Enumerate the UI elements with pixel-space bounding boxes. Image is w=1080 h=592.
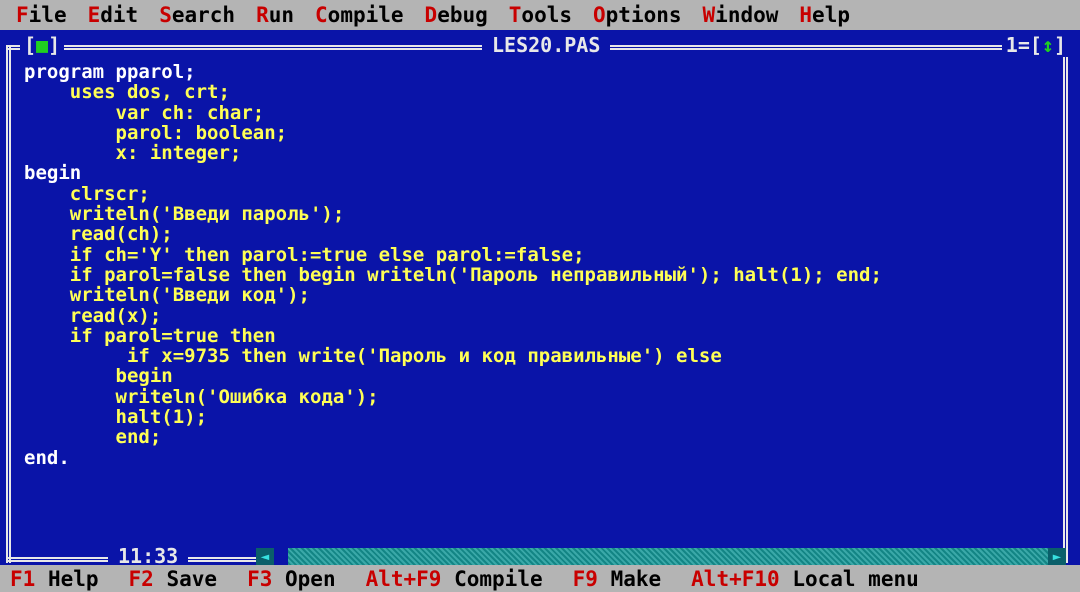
code-line[interactable]: begin: [24, 366, 1060, 387]
menu-hotkey: H: [799, 3, 813, 27]
menu-label: earch: [171, 3, 236, 27]
menu-help[interactable]: Help: [799, 0, 850, 30]
status-key: F3: [247, 566, 273, 591]
code-line[interactable]: end.: [24, 447, 1060, 468]
code-line[interactable]: writeln('Ошибка кода');: [24, 386, 1060, 407]
code-editor[interactable]: program pparol; uses dos, crt; var ch: c…: [24, 62, 1060, 468]
code-line[interactable]: parol: boolean;: [24, 123, 1060, 144]
code-line[interactable]: read(x);: [24, 305, 1060, 326]
menu-label: ptions: [605, 3, 682, 27]
horizontal-scrollbar[interactable]: ◄ ►: [256, 548, 1066, 566]
code-line[interactable]: x: integer;: [24, 143, 1060, 164]
status-bar: F1 Help F2 Save F3 Open Alt+F9 Compile F9 Ma…: [0, 565, 1080, 592]
status-key: F2: [128, 566, 154, 591]
scroll-left-icon[interactable]: ◄: [256, 548, 274, 566]
menu-label: ebug: [437, 3, 488, 27]
code-line[interactable]: end;: [24, 427, 1060, 448]
status-open[interactable]: F3 Open: [247, 567, 336, 591]
code-line[interactable]: clrscr;: [24, 183, 1060, 204]
menu-hotkey: D: [424, 3, 438, 27]
menu-file[interactable]: File: [16, 0, 67, 30]
menu-label: ompile: [327, 3, 404, 27]
menu-debug[interactable]: Debug: [425, 0, 488, 30]
menu-hotkey: C: [315, 3, 328, 27]
code-line[interactable]: program pparol;: [24, 62, 1060, 83]
code-line[interactable]: var ch: char;: [24, 102, 1060, 123]
status-local-menu[interactable]: Alt+F10 Local menu: [691, 567, 919, 591]
status-label: Make: [610, 566, 662, 591]
menu-tools[interactable]: Tools: [509, 0, 572, 30]
menu-bar: File Edit Search Run Compile Debug Tools Option…: [0, 0, 1080, 30]
menu-compile[interactable]: Compile: [315, 0, 404, 30]
status-label: Help: [47, 566, 99, 591]
code-line[interactable]: begin: [24, 163, 1060, 184]
status-items: F1 Help F2 Save F3 Open Alt+F9 Compile F9 Ma…: [10, 565, 949, 592]
code-line[interactable]: read(ch);: [24, 224, 1060, 245]
scroll-thumb[interactable]: [274, 548, 288, 566]
menu-label: dit: [100, 3, 139, 27]
status-key: Alt+F9: [365, 566, 442, 591]
menu-hotkey: S: [159, 3, 172, 27]
menu-hotkey: W: [702, 3, 716, 27]
menu-hotkey: T: [508, 3, 522, 27]
code-line[interactable]: if parol=false then begin writeln('Парол…: [24, 265, 1060, 286]
status-save[interactable]: F2 Save: [129, 567, 218, 591]
code-line[interactable]: uses dos, crt;: [24, 82, 1060, 103]
zoom-icon[interactable]: ↕: [1042, 33, 1054, 57]
window-frame-right: [1063, 45, 1068, 563]
status-label: Compile: [454, 566, 543, 591]
menu-edit[interactable]: Edit: [88, 0, 139, 30]
menu-hotkey: R: [256, 3, 269, 27]
code-line[interactable]: halt(1);: [24, 407, 1060, 428]
menu-label: ools: [521, 3, 572, 27]
status-compile[interactable]: Alt+F9 Compile: [366, 567, 543, 591]
status-label: Save: [166, 566, 218, 591]
menu-search[interactable]: Search: [159, 0, 235, 30]
scroll-right-icon[interactable]: ►: [1048, 548, 1066, 566]
status-help[interactable]: F1 Help: [10, 567, 99, 591]
window-number: 1: [1005, 33, 1018, 57]
status-key: F1: [10, 566, 36, 591]
status-label: Open: [285, 566, 336, 591]
menu-window[interactable]: Window: [703, 0, 779, 30]
window-title: LES20.PAS: [482, 33, 611, 57]
window-frame-left: [6, 45, 11, 563]
window-number-box: 1=[↕]: [1001, 33, 1070, 57]
menu-hotkey: F: [16, 3, 29, 27]
menu-items: File Edit Search Run Compile Debug Tools Option…: [16, 0, 871, 30]
status-key: F9: [572, 566, 598, 591]
menu-hotkey: E: [87, 3, 101, 27]
menu-label: ile: [28, 3, 67, 27]
menu-hotkey: O: [593, 3, 606, 27]
menu-run[interactable]: Run: [256, 0, 294, 30]
code-line[interactable]: writeln('Введи код');: [24, 285, 1060, 306]
menu-label: un: [268, 3, 295, 27]
menu-options[interactable]: Options: [593, 0, 682, 30]
code-line[interactable]: if x=9735 then write('Пароль и код прави…: [24, 346, 1060, 367]
code-line[interactable]: if ch='Y' then parol:=true else parol:=f…: [24, 244, 1060, 265]
close-button[interactable]: [■]: [20, 33, 65, 57]
close-icon: ■: [36, 33, 49, 57]
code-line[interactable]: if parol=true then: [24, 326, 1060, 347]
status-label: Local menu: [792, 566, 919, 591]
menu-label: elp: [812, 3, 850, 27]
code-line[interactable]: writeln('Введи пароль');: [24, 204, 1060, 225]
editor-window[interactable]: [■] LES20.PAS 1=[↕] program pparol; uses…: [0, 30, 1080, 568]
status-make[interactable]: F9 Make: [573, 567, 662, 591]
menu-label: indow: [715, 3, 779, 27]
status-key: Alt+F10: [691, 566, 780, 591]
